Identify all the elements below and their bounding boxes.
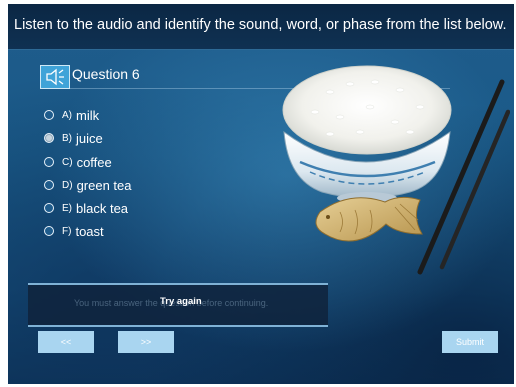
option-f[interactable]: F) toast — [44, 222, 104, 240]
rice-bowl-illustration — [282, 65, 510, 275]
option-d-text: green tea — [76, 177, 132, 193]
option-a-letter: A) — [62, 109, 72, 121]
option-f-text: toast — [75, 223, 104, 239]
chopstick-2 — [439, 109, 510, 270]
radio-d[interactable] — [44, 180, 54, 190]
instruction-header: Listen to the audio and identify the sou… — [8, 4, 514, 50]
option-b[interactable]: B) juice — [44, 129, 103, 147]
try-again-message: Try again — [160, 296, 202, 307]
option-c-letter: C) — [62, 156, 73, 168]
speaker-icon[interactable] — [40, 65, 70, 89]
radio-e[interactable] — [44, 203, 54, 213]
option-b-letter: B) — [62, 132, 72, 144]
next-button[interactable]: >> — [118, 331, 174, 353]
radio-c[interactable] — [44, 157, 54, 167]
slide-frame: Listen to the audio and identify the sou… — [0, 0, 516, 387]
instruction-text: Listen to the audio and identify the sou… — [14, 17, 507, 33]
quiz-stage: Listen to the audio and identify the sou… — [8, 4, 514, 384]
radio-b[interactable] — [44, 133, 54, 143]
radio-f[interactable] — [44, 226, 54, 236]
option-f-letter: F) — [62, 225, 72, 237]
question-title: Question 6 — [72, 66, 140, 82]
option-e[interactable]: E) black tea — [44, 199, 128, 217]
option-e-text: black tea — [76, 200, 129, 216]
option-a-text: milk — [76, 107, 100, 123]
submit-button[interactable]: Submit — [442, 331, 498, 353]
option-a[interactable]: A) milk — [44, 106, 99, 124]
option-c[interactable]: C) coffee — [44, 153, 112, 171]
option-d[interactable]: D) green tea — [44, 176, 132, 194]
previous-button[interactable]: << — [38, 331, 94, 353]
option-c-text: coffee — [76, 154, 112, 170]
option-b-text: juice — [76, 130, 103, 146]
radio-a[interactable] — [44, 110, 54, 120]
option-d-letter: D) — [62, 179, 73, 191]
option-e-letter: E) — [62, 202, 72, 214]
feedback-panel: You must answer the question before cont… — [28, 283, 328, 327]
